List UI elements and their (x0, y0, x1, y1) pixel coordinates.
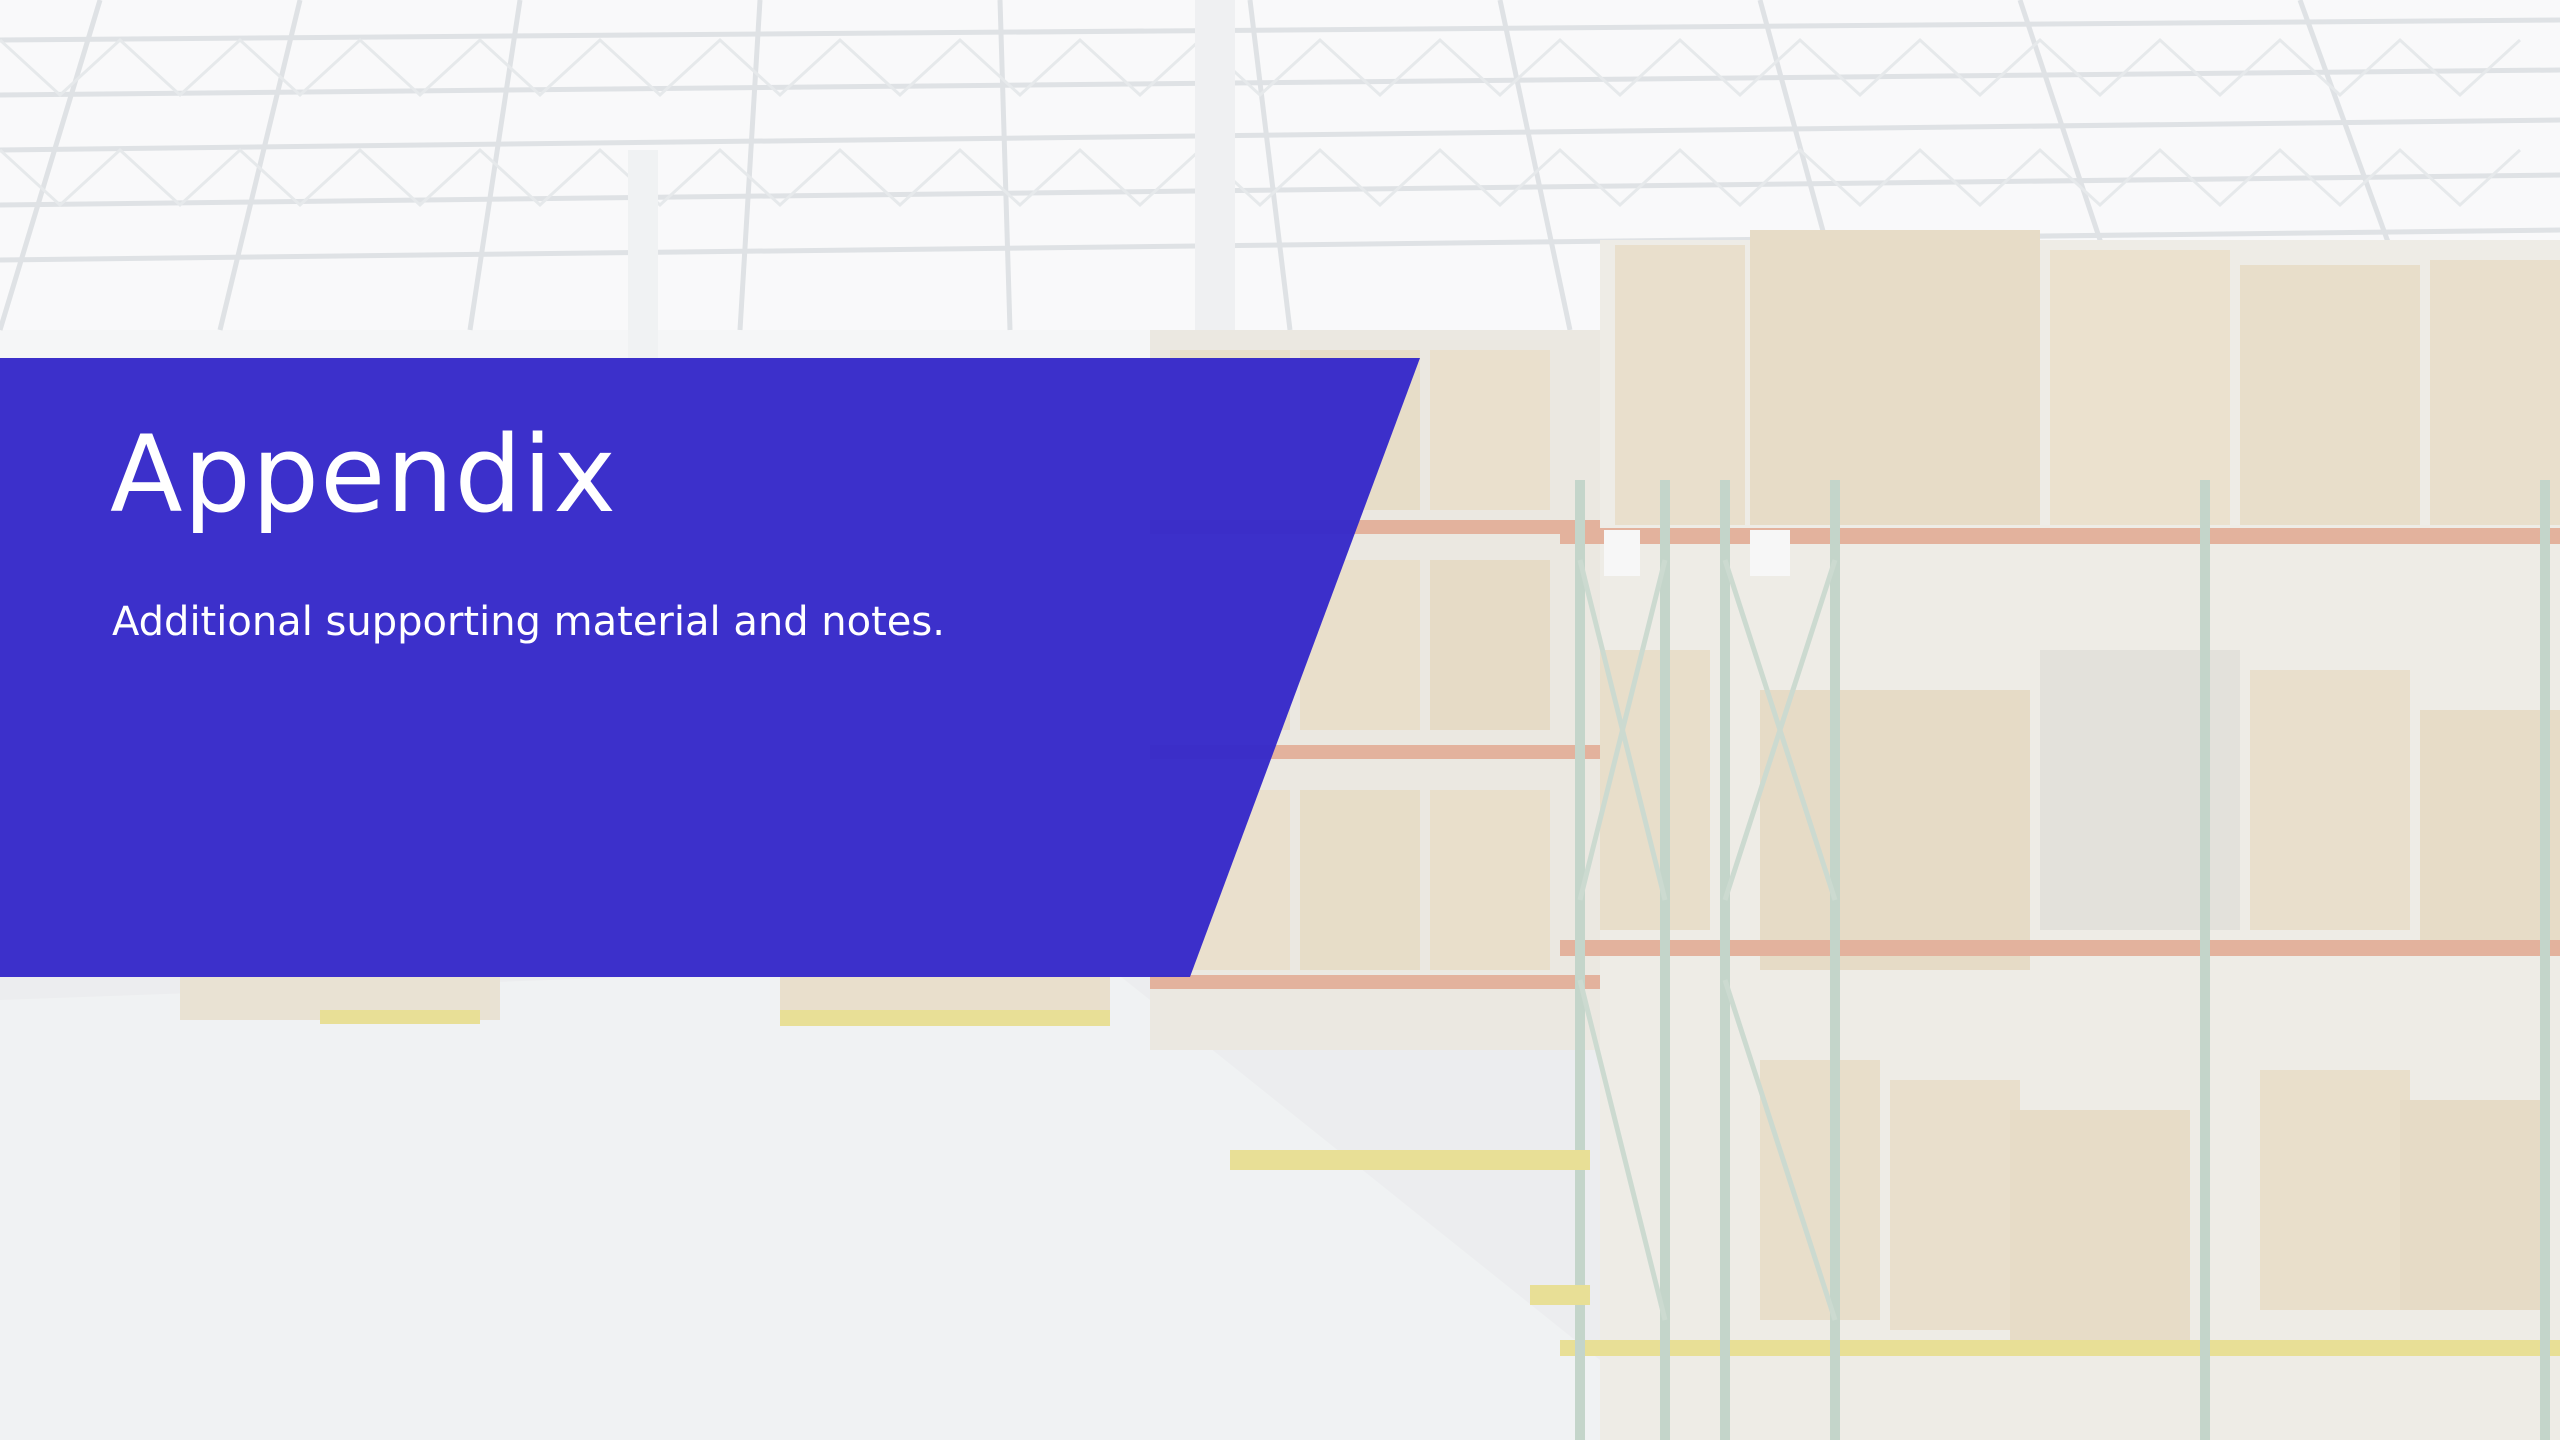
slide-title: Appendix (110, 413, 617, 536)
slide: Appendix Additional supporting material … (0, 0, 2560, 1440)
slide-subtitle: Additional supporting material and notes… (112, 599, 945, 645)
